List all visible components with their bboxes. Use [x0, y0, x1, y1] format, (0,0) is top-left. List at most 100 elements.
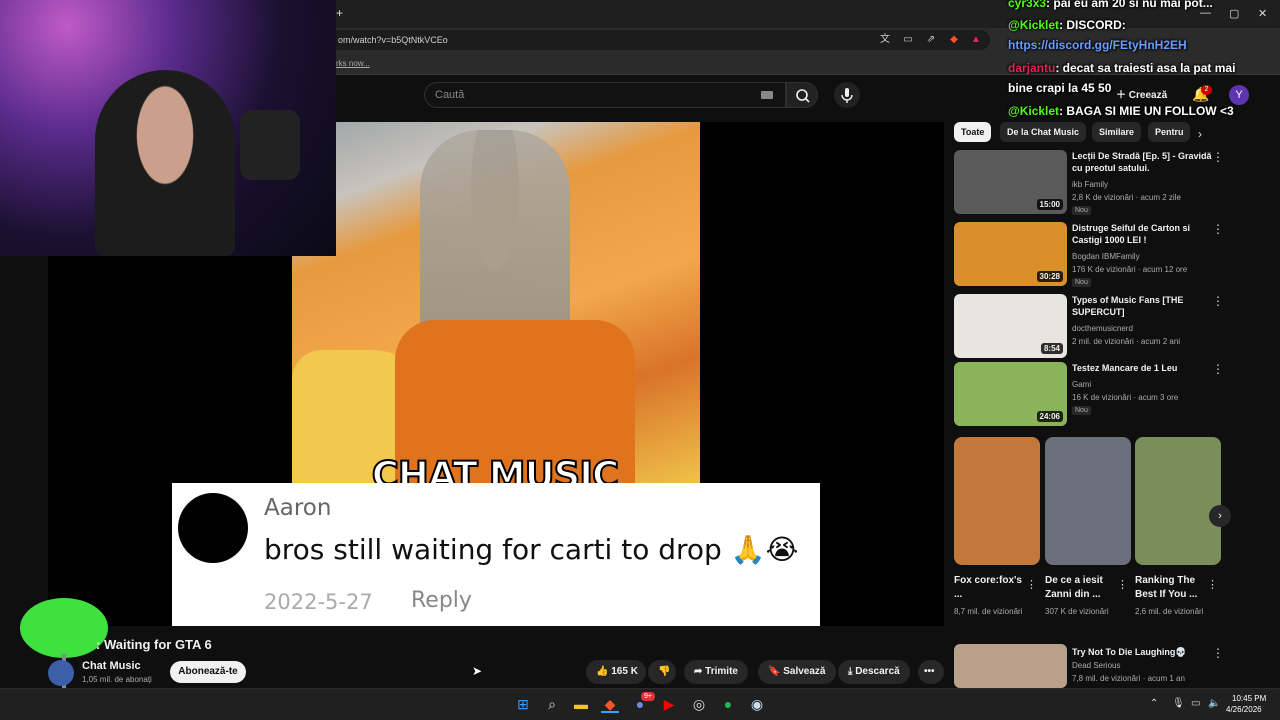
keyboard-icon[interactable] — [761, 91, 773, 99]
subscribe-button[interactable]: Abonează-te — [170, 661, 246, 683]
recommendation-channel[interactable]: Bogdan IBMFamily — [1072, 252, 1140, 261]
maximize-button[interactable]: ▢ — [1229, 7, 1239, 20]
more-options-icon[interactable]: ⋮ — [1026, 578, 1037, 591]
recommendation-meta: 16 K de vizionări · acum 3 ore — [1072, 393, 1179, 402]
duration-badge: 30:28 — [1036, 271, 1063, 282]
voice-search-button[interactable] — [834, 82, 860, 108]
comment-date: 2022-5-27 — [264, 590, 373, 614]
short-thumbnail[interactable] — [954, 437, 1040, 565]
chevron-up-icon[interactable]: ⌃ — [1150, 698, 1158, 709]
short-title[interactable]: Fox core:fox's ... — [954, 574, 1024, 602]
youtube-icon[interactable]: ▶ — [660, 695, 678, 713]
spotify-icon[interactable]: ● — [719, 695, 737, 713]
bookmark-icon: 🔖 — [768, 666, 784, 677]
video-title: : Waiting for GTA 6 — [96, 637, 212, 652]
recommendation-thumbnail[interactable]: 30:28 — [954, 222, 1067, 286]
close-button[interactable]: ✕ — [1258, 7, 1267, 20]
clock-time[interactable]: 10:45 PM — [1232, 694, 1266, 703]
share-page-icon[interactable]: ⇗ — [925, 34, 937, 46]
chip-related[interactable]: Similare — [1092, 122, 1142, 142]
chevron-right-icon[interactable]: › — [1209, 505, 1231, 527]
chat-message: darjantu: decat sa traiesti asa la pat m… — [1008, 61, 1235, 75]
bookmark-link[interactable]: rks now... — [336, 59, 370, 68]
channel-avatar[interactable] — [48, 660, 74, 686]
chip-all[interactable]: Toate — [954, 122, 992, 142]
recommendation-thumbnail[interactable]: 15:00 — [954, 150, 1067, 214]
recommendation-thumbnail[interactable] — [954, 644, 1067, 688]
new-badge: Nou — [1072, 278, 1091, 287]
share-label: Trimite — [705, 666, 738, 677]
short-title[interactable]: De ce a iesit Zanni din ... — [1045, 574, 1117, 602]
volume-icon[interactable]: 🔈 — [1208, 698, 1220, 709]
network-icon[interactable]: ▭ — [1191, 698, 1200, 709]
recommendation-channel[interactable]: Gami — [1072, 380, 1091, 389]
brave-shield-icon[interactable]: ◆ — [948, 34, 960, 46]
recommendation-title[interactable]: Types of Music Fans [THE SUPERCUT] — [1072, 294, 1212, 318]
like-button[interactable]: 👍 165 K — [586, 660, 646, 684]
new-badge: Nou — [1072, 406, 1091, 415]
comment-avatar — [178, 493, 248, 563]
recommendation-channel[interactable]: docthemusicnerd — [1072, 324, 1133, 333]
recommendation-channel[interactable]: Dead Serious — [1072, 661, 1120, 670]
file-explorer-icon[interactable]: ▬ — [572, 695, 590, 713]
cast-icon[interactable]: ▭ — [902, 34, 914, 46]
mic-icon[interactable]: 🎙 — [1172, 698, 1185, 709]
recommendation-title[interactable]: Distruge Seiful de Carton si Castigi 100… — [1072, 222, 1212, 246]
steam-icon[interactable]: ◉ — [748, 695, 766, 713]
chevron-right-icon[interactable]: › — [1198, 127, 1202, 141]
translate-icon[interactable]: 文 — [879, 34, 891, 46]
duration-badge: 8:54 — [1040, 343, 1063, 354]
dislike-button[interactable]: 👎 — [648, 660, 676, 684]
more-options-icon[interactable]: ⋮ — [1212, 646, 1224, 660]
save-button[interactable]: 🔖 Salvează — [758, 660, 836, 684]
recommendation-title[interactable]: Lecții De Stradă [Ep. 5] - Gravidă cu pr… — [1072, 150, 1212, 174]
channel-name[interactable]: Chat Music — [82, 660, 141, 672]
more-options-icon[interactable]: ⋮ — [1212, 222, 1224, 236]
chat-text: : BAGA SI MIE UN FOLLOW <3 — [1059, 104, 1234, 118]
chip-from-channel[interactable]: De la Chat Music — [1000, 122, 1087, 142]
chat-username: darjantu — [1008, 61, 1056, 75]
short-title[interactable]: Ranking The Best If You ... — [1135, 574, 1207, 602]
brave-browser-icon[interactable]: ◆ — [601, 695, 619, 713]
short-thumbnail[interactable] — [1135, 437, 1221, 565]
chat-link: https://discord.gg/FEtyHnH2EH — [1008, 38, 1187, 52]
channel-subscribers: 1,05 mil. de abonați — [82, 675, 152, 684]
recommendation-channel[interactable]: ikb Family — [1072, 180, 1108, 189]
clock-date[interactable]: 4/26/2026 — [1226, 705, 1262, 714]
create-button[interactable]: ＋ Creează — [1116, 86, 1167, 101]
chat-text-continued: bine crapi la 45 50 — [1008, 81, 1112, 95]
recommendation-thumbnail[interactable]: 24:06 — [954, 362, 1067, 426]
chip-for-you[interactable]: Pentru — [1148, 122, 1190, 142]
webcam-overlay — [0, 0, 336, 256]
short-views: 307 K de vizionări — [1045, 607, 1109, 616]
recommendation-title[interactable]: Try Not To Die Laughing💀 — [1072, 646, 1212, 658]
more-options-icon[interactable]: ⋮ — [1212, 150, 1224, 164]
comment-text: bros still waiting for carti to drop 🙏😭 — [264, 533, 799, 566]
windows-start-icon[interactable]: ⊞ — [514, 695, 532, 713]
recommendation-title[interactable]: Testez Mancare de 1 Leu — [1072, 362, 1212, 374]
new-tab-button[interactable]: + — [336, 6, 343, 20]
search-button[interactable] — [786, 82, 818, 108]
short-thumbnail[interactable] — [1045, 437, 1131, 565]
duration-badge: 24:06 — [1036, 411, 1063, 422]
chat-username: @Kicklet — [1008, 104, 1060, 118]
account-avatar[interactable]: Y — [1229, 85, 1249, 105]
address-bar[interactable]: om/watch?v=b5QtNtkVCEo — [330, 30, 990, 50]
more-options-icon[interactable]: ⋮ — [1207, 578, 1218, 591]
brave-rewards-icon[interactable]: ▲ — [970, 34, 982, 46]
mic-icon — [841, 88, 853, 103]
download-button[interactable]: ⤓ Descarcă — [838, 660, 910, 684]
recommendation-item[interactable]: Try Not To Die Laughing💀 Dead Serious 7,… — [954, 644, 1224, 688]
obs-icon[interactable]: ◎ — [690, 695, 708, 713]
share-button[interactable]: ➦ Trimite — [684, 660, 748, 684]
recommendation-thumbnail[interactable]: 8:54 — [954, 294, 1067, 358]
more-options-icon[interactable]: ⋮ — [1117, 578, 1128, 591]
more-options-icon[interactable]: ⋮ — [1212, 362, 1224, 376]
short-views: 2,6 mil. de vizionări — [1135, 607, 1204, 616]
search-input[interactable]: Caută — [424, 82, 786, 108]
chat-username: cyr3x3 — [1008, 0, 1047, 10]
search-icon[interactable]: ⌕ — [543, 695, 561, 713]
more-actions-button[interactable]: ••• — [918, 660, 944, 684]
more-options-icon[interactable]: ⋮ — [1212, 294, 1224, 308]
chat-message: @Kicklet: BAGA SI MIE UN FOLLOW <3 — [1008, 104, 1234, 118]
